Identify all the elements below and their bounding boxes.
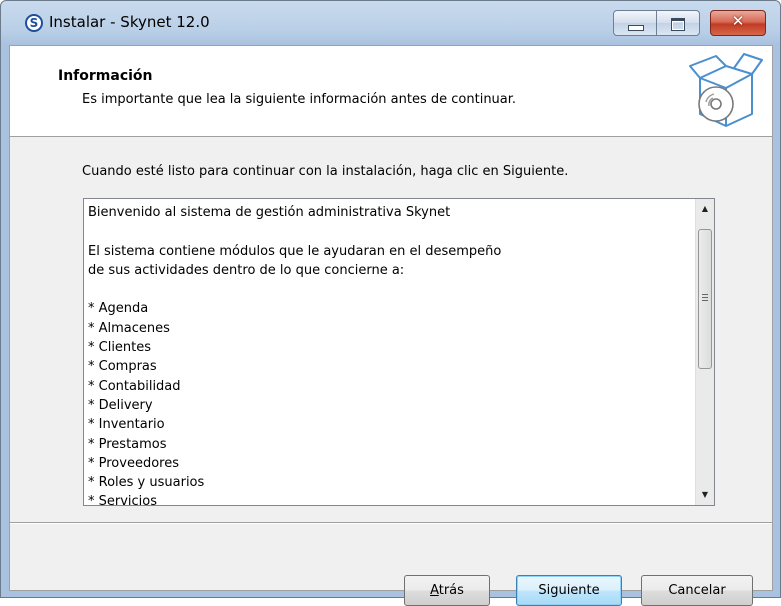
wizard-client-area: Información Es importante que lea la sig… [9, 45, 773, 606]
memo-line: * Almacenes [88, 320, 170, 336]
maximize-icon [671, 18, 685, 31]
scroll-thumb[interactable] [698, 229, 712, 369]
back-button-mnemonic: A [430, 583, 439, 598]
memo-line: * Delivery [88, 397, 153, 413]
back-button-label: trás [438, 583, 464, 598]
grip-line [702, 294, 708, 295]
memo-line: * Clientes [88, 340, 152, 356]
memo-line: * Agenda [88, 301, 149, 317]
close-button[interactable]: ✕ [710, 10, 766, 36]
memo-line: * Roles y usuarios [88, 475, 205, 491]
memo-line: * Servicios [88, 494, 158, 506]
wizard-header: Información Es importante que lea la sig… [10, 46, 772, 137]
memo-line: de sus actividades dentro de lo que conc… [88, 262, 405, 278]
memo-line [88, 280, 678, 299]
grip-line [702, 297, 708, 298]
minimize-button[interactable] [613, 10, 657, 36]
software-box-cd-icon [689, 53, 763, 127]
memo-line: * Prestamos [88, 436, 167, 452]
instruction-text: Cuando esté listo para continuar con la … [82, 164, 569, 179]
info-memo[interactable]: Bienvenido al sistema de gestión adminis… [83, 198, 715, 506]
memo-line: El sistema contiene módulos que le ayuda… [88, 243, 502, 259]
info-memo-text: Bienvenido al sistema de gestión adminis… [88, 203, 678, 506]
memo-line: Bienvenido al sistema de gestión adminis… [88, 205, 451, 220]
scroll-up-arrow-icon[interactable]: ▲ [696, 199, 714, 219]
vertical-scrollbar[interactable]: ▲ ▼ [695, 199, 714, 505]
memo-line: * Contabilidad [88, 378, 181, 394]
grip-line [702, 300, 708, 301]
installer-window: S Instalar - Skynet 12.0 ✕ Información E… [0, 0, 781, 606]
title-bar[interactable]: S Instalar - Skynet 12.0 ✕ [1, 1, 780, 45]
close-icon: ✕ [731, 12, 745, 30]
skynet-app-icon: S [25, 14, 43, 32]
back-button[interactable]: Atrás [404, 575, 490, 606]
minimize-icon [628, 25, 644, 31]
memo-line [88, 222, 678, 241]
scroll-down-arrow-icon[interactable]: ▼ [696, 485, 714, 505]
button-area-divider [10, 522, 772, 524]
window-title: Instalar - Skynet 12.0 [49, 13, 210, 31]
next-button[interactable]: Siguiente [516, 575, 622, 606]
page-subtitle: Es importante que lea la siguiente infor… [82, 92, 517, 107]
cancel-button[interactable]: Cancelar [641, 575, 753, 606]
memo-line: * Inventario [88, 417, 165, 433]
maximize-button[interactable] [656, 10, 700, 36]
page-title: Información [58, 68, 153, 84]
memo-line: * Proveedores [88, 455, 179, 471]
memo-line: * Compras [88, 359, 157, 375]
